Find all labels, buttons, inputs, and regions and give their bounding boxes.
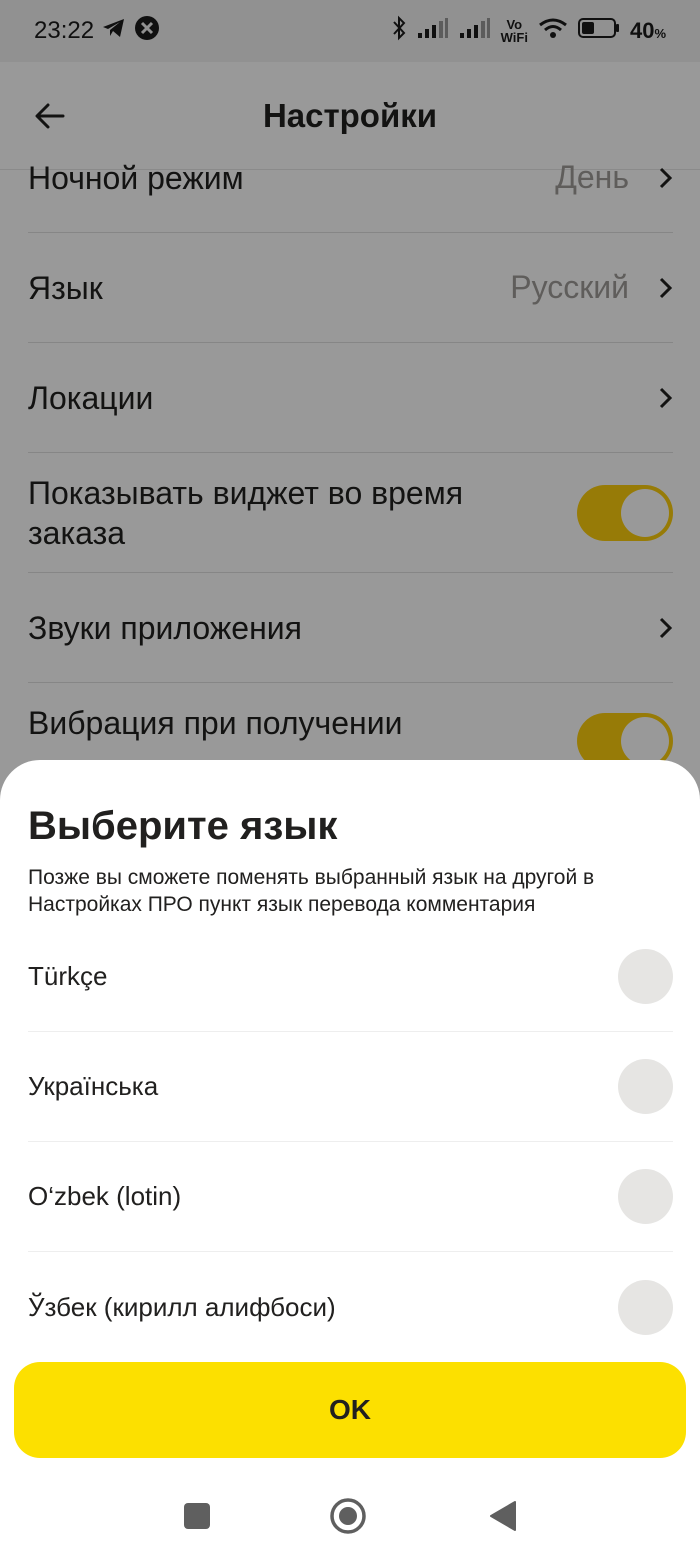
language-options-list: Türkçe Українська O‘zbek (lotin) Ўзбек (… xyxy=(28,922,673,1362)
ok-button[interactable]: OK xyxy=(14,1362,686,1458)
sheet-subtitle: Позже вы сможете поменять выбранный язык… xyxy=(28,866,595,916)
language-option-uzbek-cyrillic[interactable]: Ўзбек (кирилл алифбоси) xyxy=(28,1252,673,1362)
recents-button[interactable] xyxy=(175,1494,219,1538)
radio-button[interactable] xyxy=(618,949,673,1004)
language-option-label: O‘zbek (lotin) xyxy=(28,1181,182,1211)
home-button[interactable] xyxy=(326,1494,370,1538)
radio-button[interactable] xyxy=(618,1169,673,1224)
system-nav-bar xyxy=(0,1476,700,1556)
triangle-back-icon xyxy=(490,1501,516,1531)
language-option-turkish[interactable]: Türkçe xyxy=(28,922,673,1032)
radio-button[interactable] xyxy=(618,1059,673,1114)
language-option-label: Ўзбек (кирилл алифбоси) xyxy=(28,1291,336,1322)
sheet-title: Выберите язык xyxy=(28,804,338,848)
language-bottom-sheet: Выберите язык Позже вы сможете поменять … xyxy=(0,760,700,1556)
back-nav-button[interactable] xyxy=(480,1494,524,1538)
square-icon xyxy=(184,1503,210,1529)
home-circle-icon xyxy=(330,1498,366,1534)
language-option-ukrainian[interactable]: Українська xyxy=(28,1032,673,1142)
language-option-label: Türkçe xyxy=(28,961,108,991)
radio-button[interactable] xyxy=(618,1279,673,1335)
language-option-label: Українська xyxy=(28,1071,159,1101)
language-option-uzbek-latin[interactable]: O‘zbek (lotin) xyxy=(28,1142,673,1252)
